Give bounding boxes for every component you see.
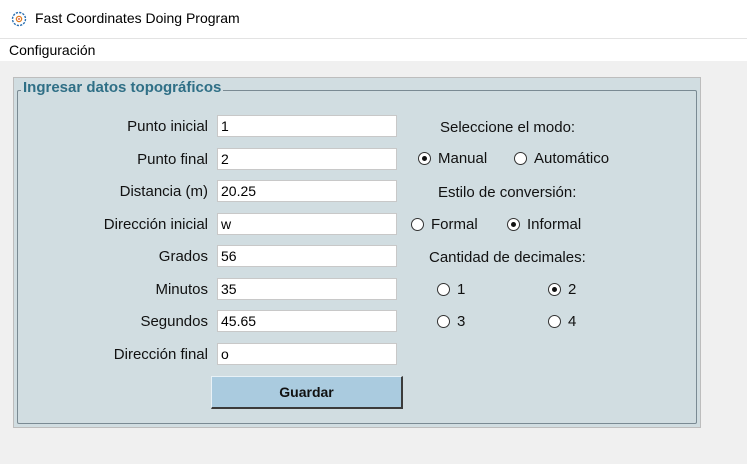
group-title: Ingresar datos topográficos xyxy=(21,79,224,96)
radio-formal-label: Formal xyxy=(431,216,478,233)
style-heading: Estilo de conversión: xyxy=(438,184,577,201)
radio-decimals-4-indicator[interactable] xyxy=(548,315,561,328)
menu-bar: Configuración xyxy=(0,38,747,61)
minutos-input[interactable] xyxy=(217,278,397,300)
radio-decimals-3[interactable]: 3 xyxy=(437,313,465,330)
direccion-inicial-input[interactable] xyxy=(217,213,397,235)
label-minutos: Minutos xyxy=(155,281,208,298)
radio-decimals-4-label: 4 xyxy=(568,313,577,330)
segundos-input[interactable] xyxy=(217,310,397,332)
crosshair-gear-icon xyxy=(11,11,27,27)
radio-decimals-1[interactable]: 1 xyxy=(437,281,465,298)
radio-informal-indicator[interactable] xyxy=(507,218,520,231)
label-distancia: Distancia (m) xyxy=(119,183,208,200)
radio-decimals-1-indicator[interactable] xyxy=(437,283,450,296)
radio-manual-label: Manual xyxy=(438,150,488,167)
label-segundos: Segundos xyxy=(140,313,208,330)
radio-decimals-4[interactable]: 4 xyxy=(548,313,576,330)
menu-configuracion[interactable]: Configuración xyxy=(9,42,95,58)
radio-decimals-3-label: 3 xyxy=(457,313,466,330)
label-direccion-inicial: Dirección inicial xyxy=(103,216,208,233)
radio-manual-indicator[interactable] xyxy=(418,152,431,165)
radio-informal[interactable]: Informal xyxy=(507,216,581,233)
radio-informal-label: Informal xyxy=(527,216,582,233)
distancia-input[interactable] xyxy=(217,180,397,202)
radio-decimals-2-indicator[interactable] xyxy=(548,283,561,296)
radio-decimals-2[interactable]: 2 xyxy=(548,281,576,298)
window-title: Fast Coordinates Doing Program xyxy=(35,10,240,26)
radio-decimals-2-label: 2 xyxy=(568,281,577,298)
radio-decimals-3-indicator[interactable] xyxy=(437,315,450,328)
grados-input[interactable] xyxy=(217,245,397,267)
radio-decimals-1-label: 1 xyxy=(457,281,466,298)
radio-automatico-indicator[interactable] xyxy=(514,152,527,165)
label-punto-final: Punto final xyxy=(137,151,208,168)
decimals-heading: Cantidad de decimales: xyxy=(429,249,586,266)
radio-automatico-label: Automático xyxy=(534,150,610,167)
label-direccion-final: Dirección final xyxy=(113,346,208,363)
radio-manual[interactable]: Manual xyxy=(418,150,487,167)
mode-heading: Seleccione el modo: xyxy=(440,119,576,136)
label-grados: Grados xyxy=(158,248,208,265)
punto-inicial-input[interactable] xyxy=(217,115,397,137)
radio-formal-indicator[interactable] xyxy=(411,218,424,231)
direccion-final-input[interactable] xyxy=(217,343,397,365)
label-punto-inicial: Punto inicial xyxy=(127,118,208,135)
title-bar: Fast Coordinates Doing Program xyxy=(0,0,747,38)
guardar-button[interactable]: Guardar xyxy=(211,376,403,409)
punto-final-input[interactable] xyxy=(217,148,397,170)
radio-formal[interactable]: Formal xyxy=(411,216,478,233)
radio-automatico[interactable]: Automático xyxy=(514,150,609,167)
